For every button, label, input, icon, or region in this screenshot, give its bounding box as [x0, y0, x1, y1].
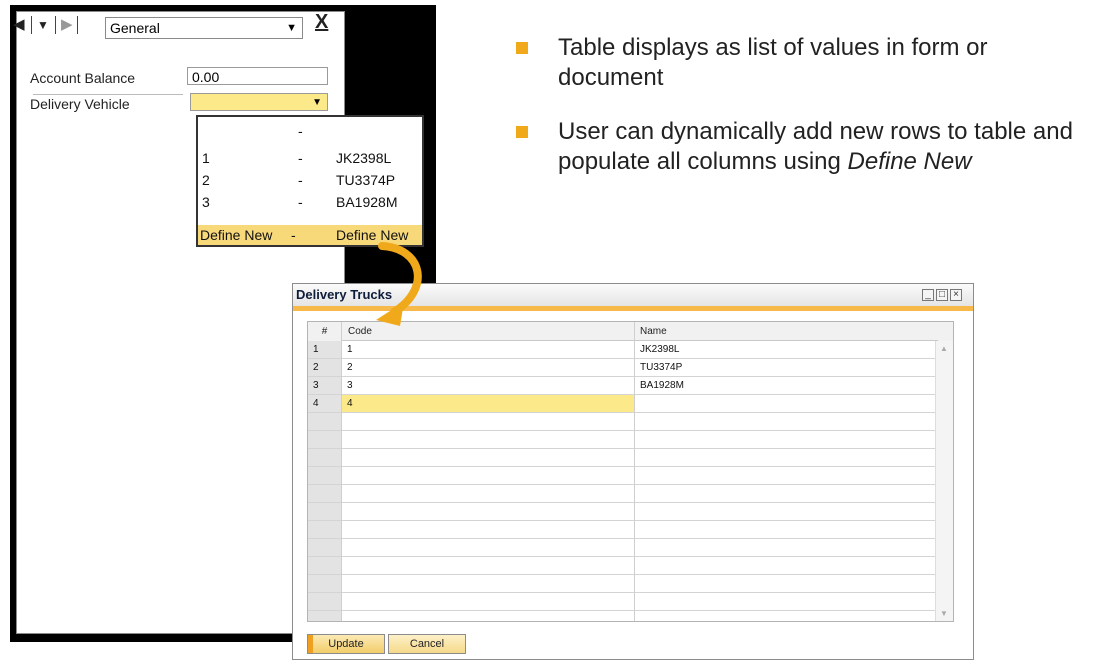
divider: [33, 94, 183, 95]
dropdown-option-3[interactable]: 3 - BA1928M: [198, 192, 422, 212]
row-number: 2: [313, 362, 319, 373]
option-separator: -: [291, 227, 296, 243]
column-divider: [634, 322, 635, 621]
code-cell[interactable]: 1: [347, 341, 353, 358]
option-separator: -: [298, 194, 303, 210]
maximize-icon[interactable]: □: [936, 289, 948, 301]
empty-table-row[interactable]: [308, 503, 938, 521]
option-name: TU3374P: [336, 172, 396, 188]
row-number: 3: [313, 380, 319, 391]
bullet-text: Table displays as list of values in form…: [558, 34, 988, 91]
option-name: BA1928M: [336, 194, 398, 210]
row-number: 4: [313, 398, 319, 409]
account-balance-label: Account Balance: [30, 70, 136, 86]
option-separator: -: [298, 150, 303, 166]
account-balance-field[interactable]: 0.00: [187, 67, 328, 85]
close-button[interactable]: X: [315, 11, 328, 34]
option-code: 3: [202, 194, 210, 210]
cancel-button[interactable]: Cancel: [388, 634, 466, 654]
bullet-square-icon: [516, 42, 528, 54]
column-header-num[interactable]: #: [308, 322, 341, 342]
table-row[interactable]: 4 4: [308, 395, 938, 413]
form-toolbar: ◀ ▼ ▶ General ▼ X: [11, 11, 331, 39]
record-menu-button[interactable]: ▼: [37, 13, 49, 37]
bullet-item: Table displays as list of values in form…: [516, 33, 1086, 95]
empty-table-row[interactable]: [308, 521, 938, 539]
empty-table-row[interactable]: [308, 539, 938, 557]
table-row[interactable]: 2 2 TU3374P: [308, 359, 938, 377]
vertical-scrollbar[interactable]: ▲ ▼: [935, 341, 953, 621]
scroll-down-icon[interactable]: ▼: [940, 609, 948, 618]
option-separator: -: [298, 172, 303, 188]
table-row[interactable]: 3 3 BA1928M: [308, 377, 938, 395]
delivery-vehicle-select[interactable]: ▼: [190, 93, 328, 111]
cancel-button-label: Cancel: [409, 638, 445, 650]
chevron-down-icon: ▼: [286, 22, 297, 34]
section-select-value: General: [110, 20, 160, 36]
toolbar-divider: [77, 16, 78, 34]
name-cell[interactable]: JK2398L: [640, 341, 679, 358]
code-cell[interactable]: 3: [347, 377, 353, 394]
bullet-text: User can dynamically add new rows to tab…: [558, 117, 1098, 177]
column-header-name[interactable]: Name: [635, 322, 938, 341]
code-cell[interactable]: 4: [347, 395, 353, 412]
column-header-filler: [938, 322, 953, 342]
dropdown-option-2[interactable]: 2 - TU3374P: [198, 170, 422, 190]
bullet-square-icon: [516, 126, 528, 138]
name-cell[interactable]: TU3374P: [640, 359, 682, 376]
empty-table-row[interactable]: [308, 413, 938, 431]
empty-table-row[interactable]: [308, 467, 938, 485]
empty-table-row[interactable]: [308, 485, 938, 503]
button-accent: [308, 635, 313, 653]
delivery-vehicle-dropdown: - 1 - JK2398L 2 - TU3374P 3 - BA1928M De…: [196, 115, 424, 247]
scroll-up-icon[interactable]: ▲: [940, 344, 948, 353]
code-cell[interactable]: 2: [347, 359, 353, 376]
update-button-label: Update: [328, 638, 364, 650]
empty-table-row[interactable]: [308, 593, 938, 611]
delivery-trucks-window: Delivery Trucks _ □ × # Code Name 1 1 JK…: [292, 283, 974, 660]
bullet-emphasis: Define New: [847, 148, 972, 175]
bullet-item: User can dynamically add new rows to tab…: [516, 117, 1086, 209]
empty-table-row[interactable]: [308, 557, 938, 575]
option-code: 2: [202, 172, 210, 188]
dropdown-option-empty[interactable]: -: [198, 121, 422, 141]
column-divider: [341, 322, 342, 621]
empty-table-row[interactable]: [308, 449, 938, 467]
empty-table-row[interactable]: [308, 431, 938, 449]
toolbar-divider: [55, 16, 56, 34]
chevron-down-icon: ▼: [312, 97, 322, 108]
update-button[interactable]: Update: [307, 634, 385, 654]
previous-record-button[interactable]: ◀: [13, 13, 25, 37]
option-code: Define New: [200, 227, 273, 243]
section-select[interactable]: General ▼: [105, 17, 303, 39]
row-number: 1: [313, 344, 319, 355]
next-record-button[interactable]: ▶: [61, 13, 73, 37]
close-icon[interactable]: ×: [950, 289, 962, 301]
delivery-vehicle-label: Delivery Vehicle: [30, 96, 130, 112]
option-code: 1: [202, 150, 210, 166]
option-name: JK2398L: [336, 150, 392, 166]
name-cell[interactable]: BA1928M: [640, 377, 684, 394]
option-separator: -: [298, 123, 303, 139]
trucks-table: # Code Name 1 1 JK2398L 2 2 TU3374P 3 3 …: [307, 321, 954, 622]
dropdown-option-1[interactable]: 1 - JK2398L: [198, 148, 422, 168]
bullet-text-main: User can dynamically add new rows to tab…: [558, 118, 1073, 175]
curved-arrow-icon: [376, 242, 422, 326]
empty-table-row[interactable]: [308, 575, 938, 593]
toolbar-divider: [31, 16, 32, 34]
table-row[interactable]: 1 1 JK2398L: [308, 341, 938, 359]
minimize-icon[interactable]: _: [922, 289, 934, 301]
